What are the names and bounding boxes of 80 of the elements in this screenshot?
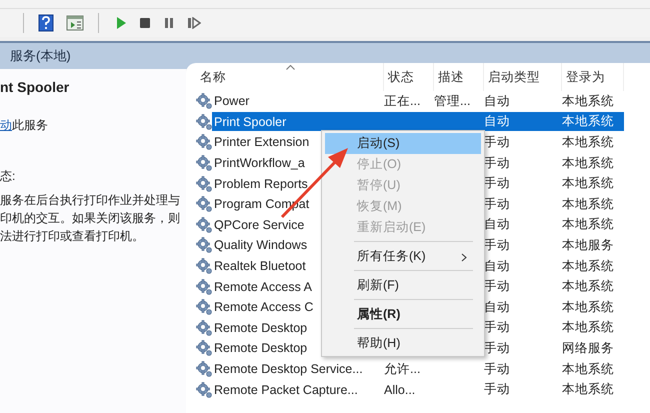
service-name: Remote Desktop <box>214 341 308 356</box>
selected-row[interactable]: Print Spooler 自动 本地系统 <box>212 112 624 132</box>
status-cell: Allo... <box>384 382 416 397</box>
startup-type-cell: 手动 <box>484 382 510 396</box>
gear-icon <box>196 340 212 356</box>
description-cell: 管理... <box>434 94 470 108</box>
startup-type-cell: 手动 <box>484 320 510 334</box>
startup-type-cell: 自动 <box>484 300 510 314</box>
service-name: Print Spooler <box>214 114 286 129</box>
gear-icon <box>196 320 212 336</box>
startup-type-cell: 手动 <box>484 134 510 149</box>
logon-cell: 本地系统 <box>562 258 614 273</box>
service-name: Remote Desktop <box>214 320 308 335</box>
startup-type-cell: 手动 <box>484 362 510 376</box>
gear-icon <box>196 114 212 130</box>
logon-cell: 本地系统 <box>562 176 614 190</box>
column-header[interactable]: 登录为 <box>562 63 624 91</box>
logon-cell: 本地系统 <box>562 94 614 108</box>
gear-icon <box>196 237 212 254</box>
gear-icon <box>196 93 212 110</box>
sort-caret-icon <box>286 65 294 70</box>
service-name: Power <box>214 94 250 108</box>
service-name: PrintWorkflow_a <box>214 156 305 170</box>
startup-type-cell: 手动 <box>484 156 510 170</box>
menu-item[interactable]: 启动(S) <box>325 133 481 154</box>
service-name: Problem Reports <box>214 176 308 191</box>
action-text: 此服务 <box>12 118 48 132</box>
startup-type-cell: 手动 <box>484 196 510 211</box>
service-name: Remote Access A <box>214 280 312 294</box>
service-name: Printer Extension <box>214 135 310 150</box>
logon-cell: 本地系统 <box>562 279 614 294</box>
startup-type-cell: 自动 <box>484 258 510 273</box>
logon-cell: 本地系统 <box>562 217 614 232</box>
gear-icon <box>196 361 212 378</box>
service-name: Remote Access C <box>214 300 314 314</box>
gear-icon <box>196 176 212 192</box>
service-title: nt Spooler <box>0 79 70 95</box>
column-header[interactable]: 状态 <box>384 63 434 91</box>
logon-cell: 本地系统 <box>562 114 614 128</box>
gear-icon <box>196 196 212 212</box>
logon-cell: 本地系统 <box>562 320 614 334</box>
gear-icon <box>196 299 212 316</box>
logon-cell: 本地系统 <box>562 196 614 211</box>
status-cell: 正在... <box>384 94 420 108</box>
description-text: 法进行打印或查看打印机。 <box>0 228 145 245</box>
logon-cell: 本地系统 <box>562 300 614 314</box>
status-cell: 允许... <box>384 362 420 376</box>
service-name: QPCore Service <box>214 218 304 232</box>
gear-icon <box>196 216 212 233</box>
startup-type-cell: 自动 <box>484 217 510 232</box>
column-header[interactable]: 描述 <box>434 63 484 91</box>
startup-type-cell: 手动 <box>484 279 510 294</box>
description-label: 态: <box>0 168 16 185</box>
startup-type-cell: 自动 <box>484 94 510 108</box>
gear-icon <box>196 155 212 172</box>
logon-cell: 本地系统 <box>562 156 614 170</box>
logon-cell: 本地系统 <box>562 134 614 149</box>
gear-icon <box>196 382 212 398</box>
logon-cell: 本地系统 <box>562 382 614 396</box>
column-header[interactable]: 名称 <box>196 63 384 91</box>
gear-icon <box>196 134 212 150</box>
column-header[interactable]: 启动类型 <box>484 63 562 91</box>
description-text: 印机的交互。如果关闭该服务，则 <box>0 210 181 227</box>
start-service-link[interactable]: 动 <box>0 118 12 132</box>
logon-cell: 本地服务 <box>562 238 614 252</box>
logon-cell: 本地系统 <box>562 362 614 376</box>
menu-item[interactable]: 帮助(H) <box>325 333 481 354</box>
gear-icon <box>196 258 212 274</box>
service-name: Quality Windows <box>214 238 308 252</box>
service-name: Realtek Bluetoot <box>214 259 306 274</box>
description-text: 服务在后台执行打印作业并处理与 <box>0 192 181 209</box>
startup-type-cell: 手动 <box>484 238 510 252</box>
startup-type-cell: 手动 <box>484 340 510 355</box>
gear-icon <box>196 278 212 295</box>
logon-cell: 网络服务 <box>562 340 614 355</box>
startup-type-cell: 手动 <box>484 176 510 190</box>
panel-title: 服务(本地) <box>10 47 71 65</box>
startup-type-cell: 自动 <box>484 114 510 128</box>
service-name: Remote Desktop Service... <box>214 362 363 376</box>
service-name: Remote Packet Capture... <box>214 382 358 397</box>
